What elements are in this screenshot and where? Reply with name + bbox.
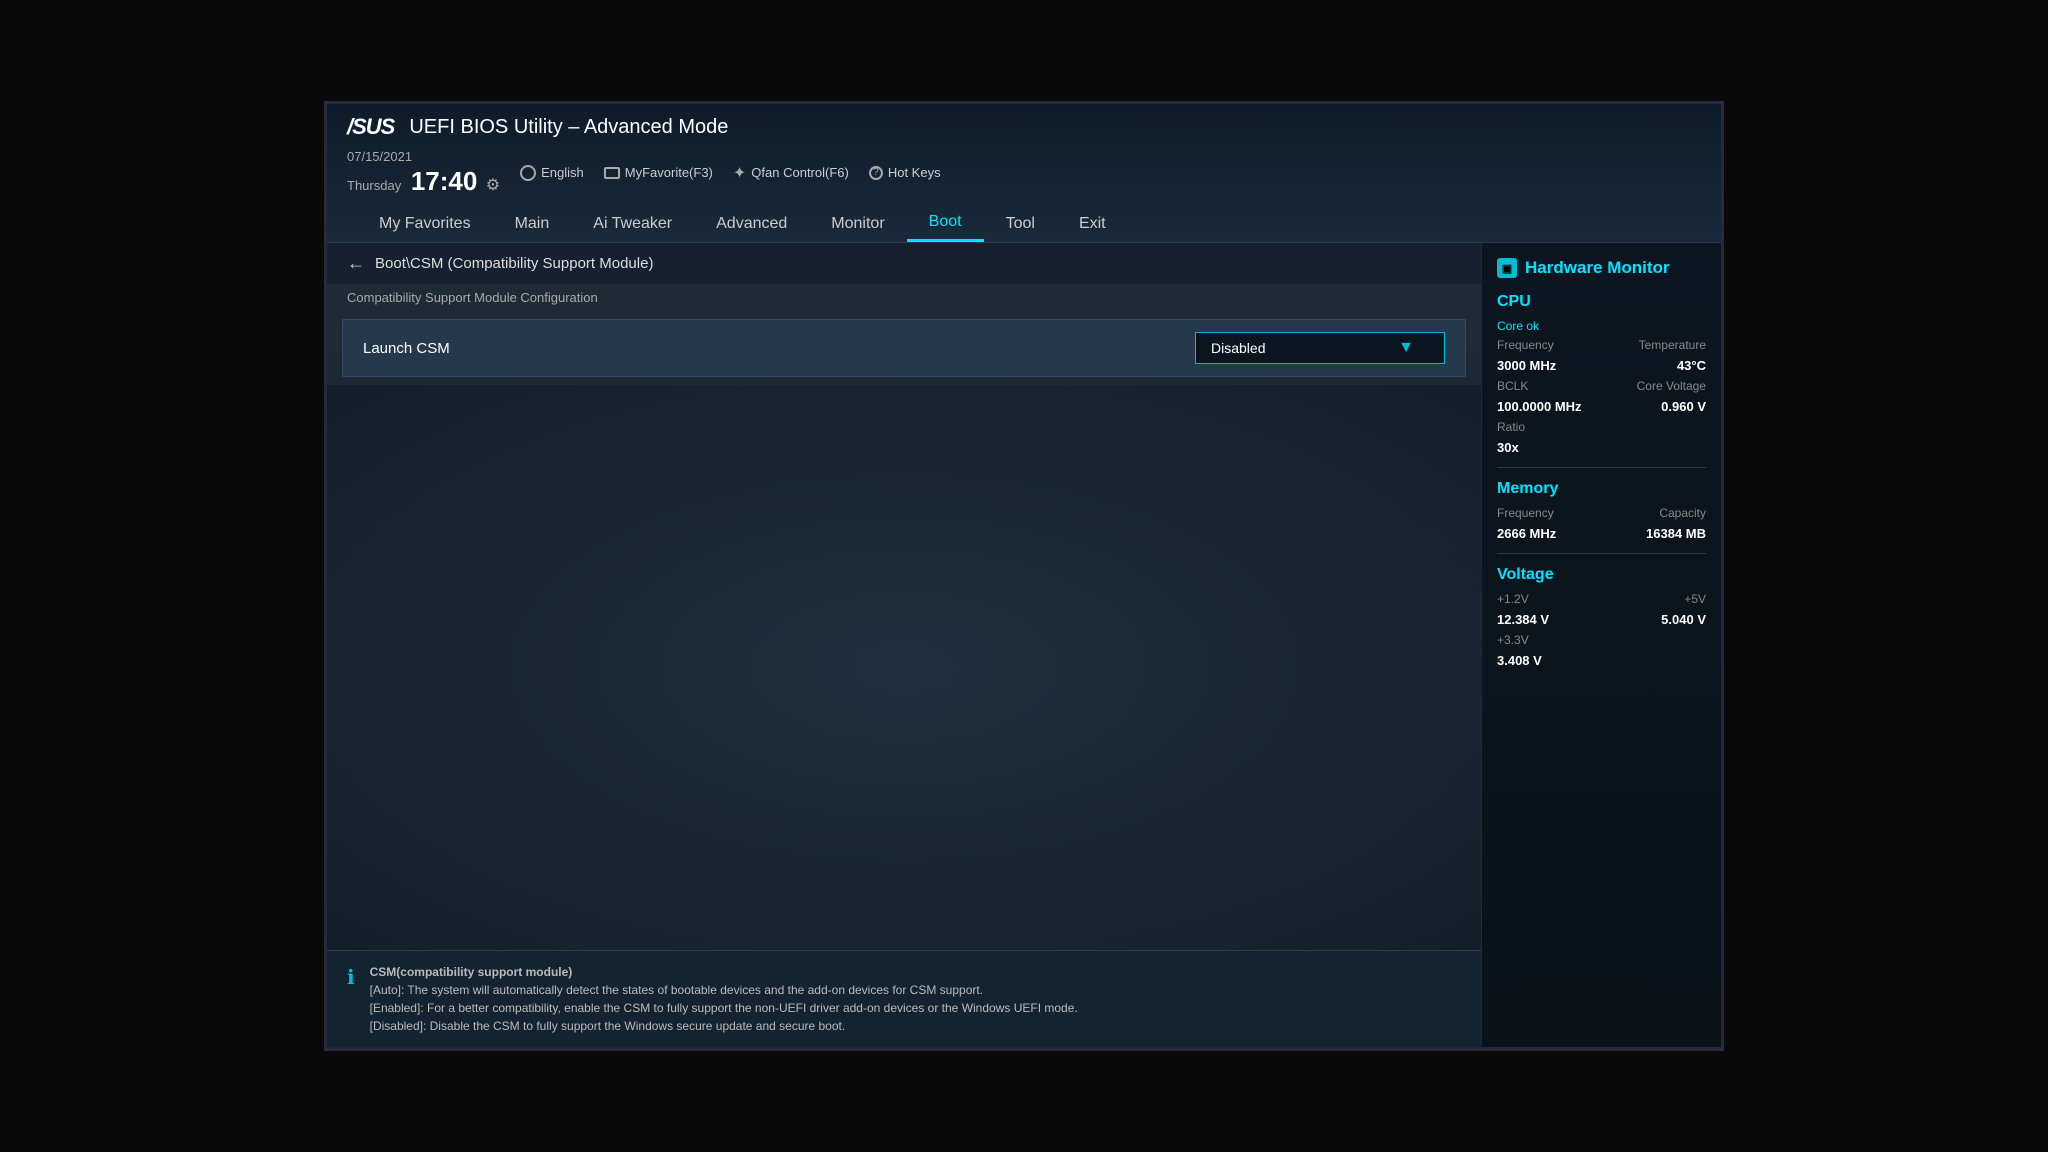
cpu-frequency-row: Frequency Temperature [1497, 338, 1706, 352]
memory-capacity-label: Capacity [1659, 506, 1706, 520]
cpu-memory-divider [1497, 467, 1706, 468]
nav-boot[interactable]: Boot [907, 205, 984, 242]
memory-frequency-label: Frequency [1497, 506, 1554, 520]
info-bar: ℹ CSM(compatibility support module) [Aut… [327, 950, 1481, 1047]
voltage-12-label-row: +1.2V +5V [1497, 592, 1706, 606]
launch-csm-dropdown[interactable]: Disabled ▼ [1195, 332, 1445, 364]
ratio-label: Ratio [1497, 420, 1525, 434]
hot-keys-label: Hot Keys [888, 165, 941, 180]
hw-monitor-title: ▣ Hardware Monitor [1497, 258, 1706, 278]
bclk-value: 100.0000 MHz [1497, 399, 1582, 414]
content-area: ← Boot\CSM (Compatibility Support Module… [327, 243, 1481, 1047]
ratio-label-row: Ratio [1497, 420, 1706, 434]
voltage-12-value-row: 12.384 V 5.040 V [1497, 612, 1706, 627]
fan-icon: ✦ [733, 163, 746, 183]
cpu-frequency-value-row: 3000 MHz 43°C [1497, 358, 1706, 373]
nav-monitor[interactable]: Monitor [809, 207, 906, 241]
memory-label-row: Frequency Capacity [1497, 506, 1706, 520]
core-voltage-label: Core Voltage [1637, 379, 1706, 393]
asus-logo: /SUS [347, 114, 394, 140]
hot-keys-button[interactable]: ? Hot Keys [869, 165, 941, 180]
header-tools: 07/15/2021 Thursday 17:40 ⚙ English MyFa… [347, 148, 1701, 197]
nav-my-favorites[interactable]: My Favorites [357, 207, 493, 241]
bclk-label: BCLK [1497, 379, 1528, 393]
voltage-33-label-row: +3.3V [1497, 633, 1706, 647]
nav-ai-tweaker[interactable]: Ai Tweaker [571, 207, 694, 241]
memory-voltage-divider [1497, 553, 1706, 554]
v12-label: +1.2V [1497, 592, 1529, 606]
hw-monitor-icon: ▣ [1497, 258, 1517, 278]
cpu-section-title: CPU [1497, 293, 1706, 311]
qfan-label: Qfan Control(F6) [751, 165, 849, 180]
launch-csm-row: Launch CSM Disabled ▼ [342, 319, 1466, 377]
voltage-section-title: Voltage [1497, 566, 1706, 584]
memory-capacity-value: 16384 MB [1646, 526, 1706, 541]
qfan-button[interactable]: ✦ Qfan Control(F6) [733, 163, 849, 183]
launch-csm-value: Disabled [1211, 340, 1265, 356]
memory-frequency-value: 2666 MHz [1497, 526, 1556, 541]
bclk-value-row: 100.0000 MHz 0.960 V [1497, 399, 1706, 414]
launch-csm-label: Launch CSM [363, 340, 1195, 357]
language-button[interactable]: English [520, 165, 584, 181]
language-label: English [541, 165, 584, 180]
info-text: CSM(compatibility support module) [Auto]… [370, 963, 1078, 1035]
v12-value: 12.384 V [1497, 612, 1549, 627]
memory-section-title: Memory [1497, 480, 1706, 498]
empty-content [327, 385, 1481, 950]
voltage-33-value-row: 3.408 V [1497, 653, 1706, 668]
my-favorite-button[interactable]: MyFavorite(F3) [604, 165, 713, 180]
core-voltage-value: 0.960 V [1661, 399, 1706, 414]
info-icon: ℹ [347, 965, 355, 990]
cpu-frequency-value: 3000 MHz [1497, 358, 1556, 373]
info-description: [Auto]: The system will automatically de… [370, 983, 1078, 1033]
breadcrumb-bar: ← Boot\CSM (Compatibility Support Module… [327, 243, 1481, 284]
bclk-label-row: BCLK Core Voltage [1497, 379, 1706, 393]
nav-main[interactable]: Main [493, 207, 572, 241]
date-label: 07/15/2021 Thursday [347, 149, 412, 193]
nav-exit[interactable]: Exit [1057, 207, 1128, 241]
datetime: 07/15/2021 Thursday 17:40 ⚙ [347, 148, 500, 197]
cpu-frequency-label: Frequency [1497, 338, 1554, 352]
breadcrumb: Boot\CSM (Compatibility Support Module) [375, 255, 653, 272]
footer: Last Modified EzMode(F7)|→ Search on FAQ [327, 1047, 1721, 1051]
gear-icon[interactable]: ⚙ [486, 177, 500, 194]
cpu-temperature-value: 43°C [1677, 358, 1706, 373]
question-icon: ? [869, 166, 883, 180]
dropdown-arrow-icon: ▼ [1398, 339, 1414, 357]
v33-label: +3.3V [1497, 633, 1529, 647]
nav-advanced[interactable]: Advanced [694, 207, 809, 241]
hardware-monitor: ▣ Hardware Monitor CPU Core ok Frequency… [1481, 243, 1721, 1047]
ratio-value-row: 30x [1497, 440, 1706, 455]
back-button[interactable]: ← [347, 253, 365, 274]
time-display: 17:40 [411, 166, 478, 196]
v5-label: +5V [1684, 592, 1706, 606]
page-subtitle: Compatibility Support Module Configurati… [327, 284, 1481, 311]
core-ok-status: Core ok [1497, 319, 1706, 333]
bios-screen: /SUS UEFI BIOS Utility – Advanced Mode 0… [324, 101, 1724, 1051]
main-layout: ← Boot\CSM (Compatibility Support Module… [327, 243, 1721, 1047]
ratio-value: 30x [1497, 440, 1519, 455]
info-title: CSM(compatibility support module) [370, 965, 573, 979]
bios-title: UEFI BIOS Utility – Advanced Mode [409, 116, 728, 139]
my-favorite-label: MyFavorite(F3) [625, 165, 713, 180]
v5-value: 5.040 V [1661, 612, 1706, 627]
v33-value: 3.408 V [1497, 653, 1542, 668]
title-bar: /SUS UEFI BIOS Utility – Advanced Mode [347, 114, 1701, 140]
navbar: My Favorites Main Ai Tweaker Advanced Mo… [347, 205, 1701, 242]
globe-icon [520, 165, 536, 181]
keyboard-icon [604, 167, 620, 179]
memory-value-row: 2666 MHz 16384 MB [1497, 526, 1706, 541]
header: /SUS UEFI BIOS Utility – Advanced Mode 0… [327, 104, 1721, 243]
cpu-temperature-label: Temperature [1639, 338, 1706, 352]
nav-tool[interactable]: Tool [984, 207, 1057, 241]
